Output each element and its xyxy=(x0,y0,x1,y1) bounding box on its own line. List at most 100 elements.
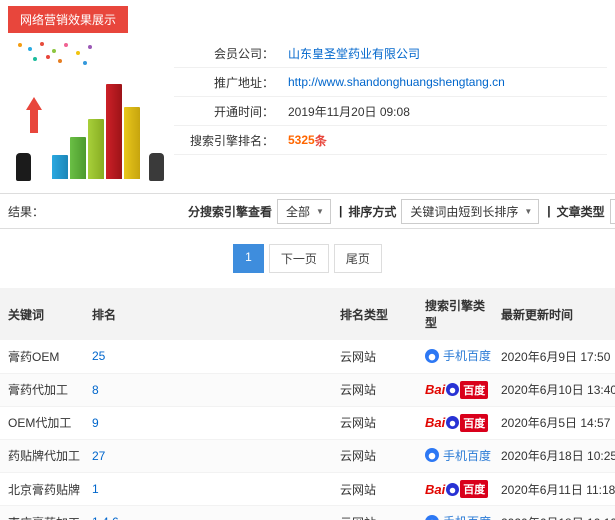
updated-cell: 2020年6月18日 10:19 xyxy=(493,505,615,520)
engine-cell: 手机百度 xyxy=(417,340,493,374)
updated-cell: 2020年6月5日 14:57 xyxy=(493,406,615,440)
sort-select[interactable]: 关键词由短到长排序 ▼ xyxy=(401,198,540,224)
baidu-logo-text: Bai xyxy=(425,415,446,430)
column-header: 关键词 xyxy=(0,288,84,340)
next-page-button[interactable]: 下一页 xyxy=(268,244,329,273)
rank-type-cell: 云网站 xyxy=(332,505,417,520)
rank-type-cell: 云网站 xyxy=(332,472,417,506)
separator: | xyxy=(338,204,343,218)
table-row: OEM代加工 9 云网站 Bai 百度 2020年6月5日 14:57 xyxy=(0,406,615,440)
table-row: 膏药OEM 25 云网站 手机百度 2020年6月9日 17:50 xyxy=(0,340,615,374)
baidu-logo-box: 百度 xyxy=(460,480,489,498)
updated-cell: 2020年6月10日 13:40 xyxy=(493,373,615,407)
updated-cell: 2020年6月11日 11:18 xyxy=(493,472,615,506)
page-number-current[interactable]: 1 xyxy=(233,244,264,273)
top-section: 会员公司： 山东皇圣堂药业有限公司 推广地址： http://www.shand… xyxy=(0,33,615,191)
rank-type-cell: 云网站 xyxy=(332,439,417,473)
updated-cell: 2020年6月9日 17:50 xyxy=(493,340,615,374)
engine-cell: 手机百度 xyxy=(417,439,493,473)
table-row: 药贴牌代加工 27 云网站 手机百度 2020年6月18日 10:25 xyxy=(0,439,615,473)
bar-decoration xyxy=(124,107,140,179)
mobile-baidu-app-icon xyxy=(425,448,439,462)
info-value: 2019年11月20日 09:08 xyxy=(288,104,410,119)
sort-filter-label: 排序方式 xyxy=(348,204,397,219)
engine-cell: Bai 百度 xyxy=(417,373,493,407)
info-label: 推广地址： xyxy=(213,75,274,90)
keyword-cell: 枣庄膏药加工 xyxy=(0,505,84,520)
chevron-down-icon: ▼ xyxy=(524,206,533,216)
last-page-button[interactable]: 尾页 xyxy=(333,244,382,273)
separator: | xyxy=(547,204,551,218)
info-link[interactable]: 山东皇圣堂药业有限公司 xyxy=(288,45,420,62)
keyword-cell: 膏药代加工 xyxy=(0,373,84,407)
info-label: 会员公司： xyxy=(213,46,274,61)
rank-type-cell: 云网站 xyxy=(332,373,417,407)
rank-cell[interactable]: 25 xyxy=(84,340,332,374)
baidu-logo-text: Bai xyxy=(425,481,446,497)
mobile-baidu-icon: 手机百度 xyxy=(425,513,491,520)
growth-chart-illustration xyxy=(8,39,168,189)
baidu-logo-box: 百度 xyxy=(460,380,489,399)
table-header-row: 关键词 排名 排名类型 搜索引擎类型 最新更新时间 xyxy=(0,288,615,340)
info-row: 推广地址： http://www.shandonghuangshengtang.… xyxy=(174,68,607,97)
up-arrow-stem xyxy=(30,109,38,133)
info-label: 搜索引擎排名： xyxy=(189,133,274,148)
column-header: 排名类型 xyxy=(332,288,417,340)
rank-type-cell: 云网站 xyxy=(332,340,417,374)
baidu-paw-icon xyxy=(446,416,460,429)
confetti-dots-decoration xyxy=(18,43,22,47)
mobile-baidu-app-icon xyxy=(425,514,439,520)
result-label: 结果： xyxy=(8,204,45,219)
bar-decoration xyxy=(88,119,104,179)
engine-cell: 手机百度 xyxy=(417,505,493,520)
engine-filter-label: 分搜索引擎查看 xyxy=(188,204,273,219)
info-row: 会员公司： 山东皇圣堂药业有限公司 xyxy=(174,39,607,68)
info-suffix: 条 xyxy=(314,133,327,148)
baidu-paw-icon xyxy=(446,383,460,396)
mobile-baidu-label: 手机百度 xyxy=(443,513,491,520)
mobile-baidu-icon: 手机百度 xyxy=(425,447,491,464)
info-link[interactable]: http://www.shandonghuangshengtang.cn xyxy=(288,75,505,89)
engine-select[interactable]: 全部 ▼ xyxy=(277,198,331,224)
keyword-cell: 北京膏药贴牌 xyxy=(0,472,84,506)
rank-cell[interactable]: 8 xyxy=(84,373,332,407)
pagination: 1 下一页 尾页 xyxy=(0,244,615,273)
page: 网络营销效果展示 会员公司： 山东皇圣堂药业有限公司 推广地址： http://… xyxy=(0,0,615,520)
rank-cell[interactable]: 1 xyxy=(84,472,332,506)
column-header: 搜索引擎类型 xyxy=(417,288,493,340)
mobile-baidu-app-icon xyxy=(425,348,439,363)
updated-cell: 2020年6月18日 10:25 xyxy=(493,439,615,473)
page-title: 网络营销效果展示 xyxy=(8,6,129,33)
rank-cell[interactable]: 27 xyxy=(84,439,332,473)
keyword-cell: 膏药OEM xyxy=(0,340,84,374)
mobile-baidu-label: 手机百度 xyxy=(443,448,492,463)
info-row: 开通时间： 2019年11月20日 09:08 xyxy=(174,97,607,126)
baidu-logo-icon: Bai 百度 xyxy=(425,480,489,498)
info-value: 5325 xyxy=(288,133,315,147)
rank-type-cell: 云网站 xyxy=(332,406,417,440)
article-type-label: 文章类型 xyxy=(556,204,605,219)
chevron-down-icon: ▼ xyxy=(316,206,324,216)
column-header: 排名 xyxy=(84,288,332,340)
table-row: 膏药代加工 8 云网站 Bai 百度 2020年6月10日 13:40 xyxy=(0,373,615,407)
info-label: 开通时间： xyxy=(213,104,274,119)
article-type-select[interactable]: 全部 ▼ xyxy=(609,198,615,224)
table-row: 北京膏药贴牌 1 云网站 Bai 百度 2020年6月11日 11:18 xyxy=(0,472,615,506)
filter-bar: 结果： 分搜索引擎查看 全部 ▼ | 排序方式 关键词由短到长排序 ▼ | 文章… xyxy=(0,193,615,229)
bar-decoration xyxy=(52,155,68,179)
keyword-cell: OEM代加工 xyxy=(0,406,84,440)
sort-select-value: 关键词由短到长排序 xyxy=(410,204,519,219)
engine-cell: Bai 百度 xyxy=(417,472,493,506)
column-header: 最新更新时间 xyxy=(493,288,615,340)
table-row: 枣庄膏药加工 1,4,6 云网站 手机百度 2020年6月18日 10:19 xyxy=(0,505,615,520)
baidu-logo-icon: Bai 百度 xyxy=(425,413,489,432)
rank-cell[interactable]: 1,4,6 xyxy=(84,505,332,520)
table-body: 膏药OEM 25 云网站 手机百度 2020年6月9日 17:50 膏药代加工 … xyxy=(0,340,615,520)
keyword-cell: 药贴牌代加工 xyxy=(0,439,84,473)
bar-decoration xyxy=(70,137,86,179)
businessman-figure xyxy=(149,153,164,181)
engine-cell: Bai 百度 xyxy=(417,406,493,440)
bar-decoration xyxy=(106,84,122,179)
rank-cell[interactable]: 9 xyxy=(84,406,332,440)
results-table: 关键词 排名 排名类型 搜索引擎类型 最新更新时间 膏药OEM 25 云网站 手机百度 … xyxy=(0,288,615,520)
